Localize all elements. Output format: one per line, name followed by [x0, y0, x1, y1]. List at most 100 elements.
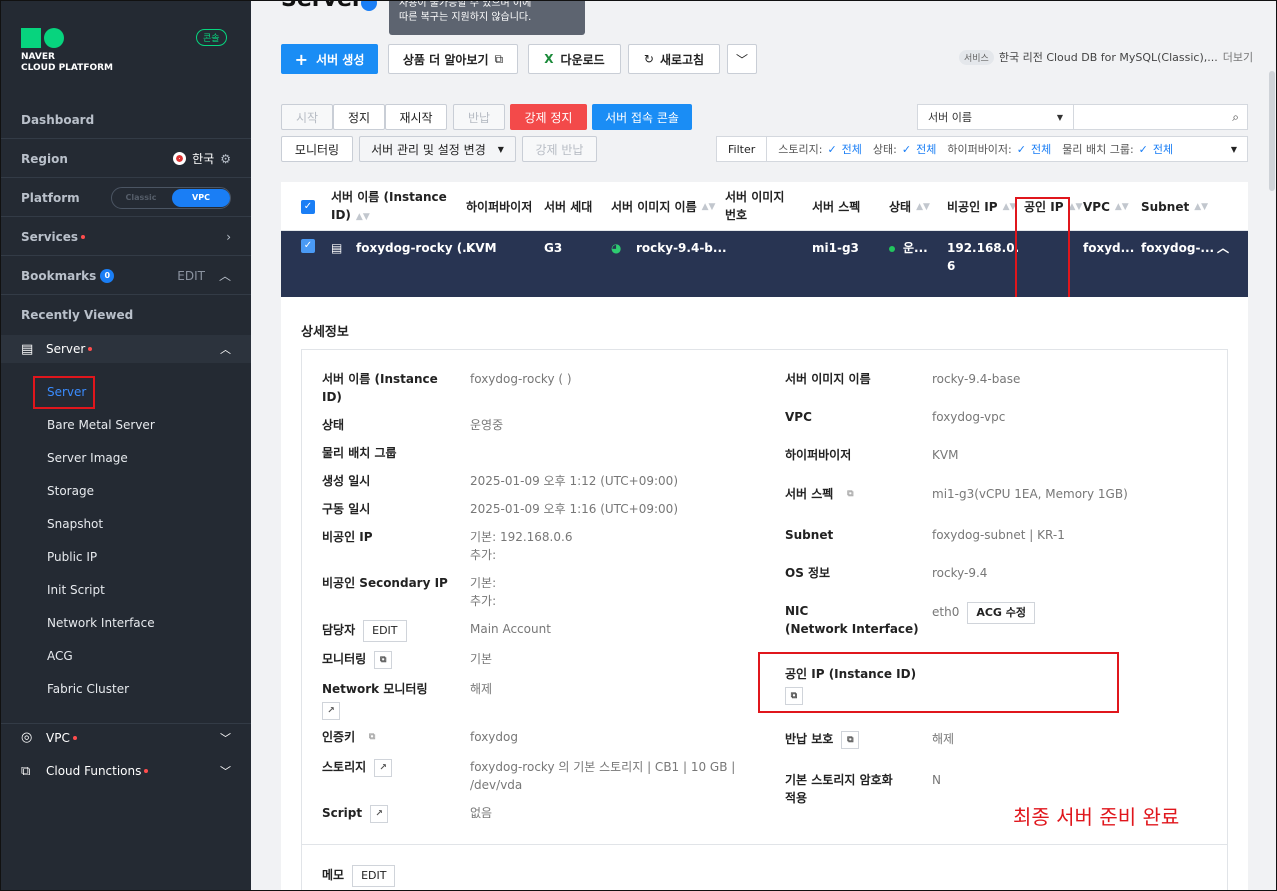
sidebar-section-server[interactable]: ▤ Server ︿ [1, 335, 251, 363]
encrypt-label: 기본 스토리지 암호화 적용 [785, 771, 893, 807]
filter-hypervisor[interactable]: 하이퍼바이저: ✓ 전체 [947, 141, 1051, 157]
return-protect-value: 해제 [932, 732, 955, 746]
service-more-link[interactable]: 더보기 [1223, 49, 1253, 65]
learn-more-button[interactable]: 상품 더 알아보기 ⧉ [388, 44, 518, 74]
copy-icon[interactable]: ⧉ [363, 728, 382, 747]
sidebar-item-storage[interactable]: Storage [47, 484, 94, 498]
sidebar-item-public-ip[interactable]: Public IP [47, 550, 97, 564]
filter-hypervisor-name: 하이퍼바이저: [947, 143, 1012, 156]
memo-edit-button[interactable]: EDIT [352, 865, 396, 887]
table-header: ✓ 서버 이름 (Instance ID) ▲▼ 하이퍼바이저 서버 세대 서버 이… [281, 182, 1248, 231]
detail-title: 상세정보 [301, 325, 349, 340]
start-button[interactable]: 시작 [281, 104, 333, 130]
col-image-no-line2: 번호 [725, 208, 748, 222]
private-ip-label: 비공인 IP [322, 530, 373, 544]
search-icon[interactable]: ⌕ [1232, 110, 1239, 125]
check-icon: ✓ [1016, 143, 1026, 156]
storage-value-line2: /dev/vda [470, 778, 523, 792]
sidebar-item-fabric-cluster[interactable]: Fabric Cluster [47, 682, 129, 696]
external-link-icon[interactable]: ↗ [374, 758, 393, 777]
refresh-button[interactable]: ↻ 새로고침 [628, 44, 720, 74]
filter-storage[interactable]: 스토리지: ✓ 전체 [778, 141, 862, 157]
sidebar-bookmarks[interactable]: Bookmarks 0 EDIT ︿ [1, 257, 251, 295]
sidebar-item-acg[interactable]: ACG [47, 649, 73, 663]
acg-edit-button[interactable]: ACG 수정 [967, 602, 1036, 624]
col-hypervisor[interactable]: 하이퍼바이저 [466, 182, 532, 231]
scrollbar-thumb[interactable] [1269, 71, 1275, 191]
copy-icon[interactable]: ⧉ [374, 650, 393, 669]
hypervisor-value: KVM [932, 448, 959, 462]
bookmarks-label: Bookmarks [21, 268, 97, 283]
row-hypervisor: KVM [466, 241, 497, 255]
sidebar-region[interactable]: Region 한국 ⚙ [1, 140, 251, 178]
filter-placement-name: 물리 배치 그룹: [1062, 143, 1134, 156]
console-badge[interactable]: 콘솔 [196, 29, 227, 46]
filter-status[interactable]: 상태: ✓ 전체 [873, 141, 936, 157]
sidebar-item-bare-metal-server[interactable]: Bare Metal Server [47, 418, 155, 432]
sidebar-recently-viewed[interactable]: Recently Viewed [1, 296, 251, 334]
row-checkbox[interactable]: ✓ [301, 239, 315, 253]
col-image-no[interactable]: 서버 이미지 번호 [725, 182, 784, 231]
table-row[interactable]: ✓ ▤ foxydog-rocky (... KVM G3 ◕ rocky-9.… [281, 231, 1248, 297]
col-server-name[interactable]: 서버 이름 (Instance ID) ▲▼ [331, 182, 451, 231]
bookmarks-edit-button[interactable]: EDIT [177, 269, 205, 283]
restart-button[interactable]: 재시작 [385, 104, 447, 130]
row-name[interactable]: foxydog-rocky (... [356, 239, 476, 257]
platform-toggle[interactable]: Classic VPC [111, 186, 231, 209]
force-return-button[interactable]: 강제 반납 [522, 136, 597, 162]
sidebar-section-cloud-functions[interactable]: ⧉ Cloud Functions ﹀ [1, 757, 251, 785]
col-image-name-label: 서버 이미지 이름 [611, 199, 697, 214]
region-settings-icon[interactable]: ⚙ [220, 152, 231, 166]
sidebar-item-init-script[interactable]: Init Script [47, 583, 105, 597]
col-private-ip[interactable]: 비공인 IP ▲▼ [947, 182, 1016, 231]
sidebar-section-vpc[interactable]: ◎ VPC ﹀ [1, 723, 251, 751]
chevron-up-icon[interactable]: ︿ [219, 267, 231, 284]
platform-classic-option[interactable]: Classic [112, 193, 170, 202]
col-image-name[interactable]: 서버 이미지 이름 ▲▼ [611, 182, 715, 231]
scrollbar[interactable] [1268, 61, 1276, 890]
col-spec[interactable]: 서버 스펙 [812, 182, 860, 231]
caret-down-icon[interactable]: ▼ [1231, 145, 1237, 154]
monitoring-button[interactable]: 모니터링 [281, 136, 353, 162]
return-button[interactable]: 반납 [453, 104, 505, 130]
sidebar-item-snapshot[interactable]: Snapshot [47, 517, 103, 531]
vpc-value: foxydog-vpc [932, 410, 1006, 424]
col-subnet[interactable]: Subnet ▲▼ [1141, 182, 1208, 231]
secondary-ip-label: 비공인 Secondary IP [322, 576, 448, 590]
filter-bar[interactable]: Filter 스토리지: ✓ 전체 상태: ✓ 전체 하이퍼바이저: ✓ 전체 물리 배치 … [716, 136, 1248, 162]
search-field-select[interactable]: 서버 이름 ▼ [918, 105, 1074, 129]
filter-placement[interactable]: 물리 배치 그룹: ✓ 전체 [1062, 141, 1173, 157]
storage-value-line1: foxydog-rocky 의 기본 스토리지 | CB1 | 10 GB | [470, 760, 736, 774]
copy-icon[interactable]: ⧉ [841, 485, 860, 504]
manage-settings-dropdown[interactable]: 서버 관리 및 설정 변경 ▼ [359, 136, 516, 162]
server-console-button[interactable]: 서버 접속 콘솔 [592, 104, 692, 130]
naver-cloud-logo[interactable]: NAVER CLOUD PLATFORM [21, 28, 113, 74]
platform-vpc-option[interactable]: VPC [172, 188, 230, 207]
sidebar-services[interactable]: Services › [1, 218, 251, 256]
sidebar-dashboard[interactable]: Dashboard [1, 101, 251, 139]
download-button[interactable]: X 다운로드 [528, 44, 621, 74]
help-icon[interactable] [361, 1, 377, 11]
stop-button[interactable]: 정지 [333, 104, 385, 130]
external-link-icon[interactable]: ↗ [322, 702, 340, 720]
search-input[interactable] [1080, 106, 1220, 128]
private-ip-primary: 기본: 192.168.0.6 [470, 530, 573, 544]
sidebar-item-server-image[interactable]: Server Image [47, 451, 128, 465]
col-vpc[interactable]: VPC ▲▼ [1083, 182, 1129, 231]
col-generation[interactable]: 서버 세대 [544, 182, 592, 231]
col-status[interactable]: 상태 ▲▼ [889, 182, 930, 231]
brand-line1: NAVER [21, 52, 55, 62]
col-vpc-label: VPC [1083, 199, 1110, 214]
more-dropdown-button[interactable]: ﹀ [727, 44, 757, 74]
copy-icon[interactable]: ⧉ [841, 730, 860, 749]
force-stop-button[interactable]: 강제 정지 [510, 104, 587, 130]
external-link-icon[interactable]: ↗ [370, 804, 389, 823]
collapse-chevron-icon[interactable]: ︿ [1217, 239, 1229, 257]
manager-edit-button[interactable]: EDIT [363, 620, 407, 642]
create-server-button[interactable]: + 서버 생성 [281, 44, 378, 74]
service-notice[interactable]: 서비스 한국 리전 Cloud DB for MySQL(Classic),..… [959, 49, 1253, 65]
page-title: Server [281, 1, 363, 12]
sidebar-item-network-interface[interactable]: Network Interface [47, 616, 155, 630]
caret-down-icon: ▼ [497, 144, 504, 154]
select-all-checkbox[interactable]: ✓ [301, 182, 315, 231]
